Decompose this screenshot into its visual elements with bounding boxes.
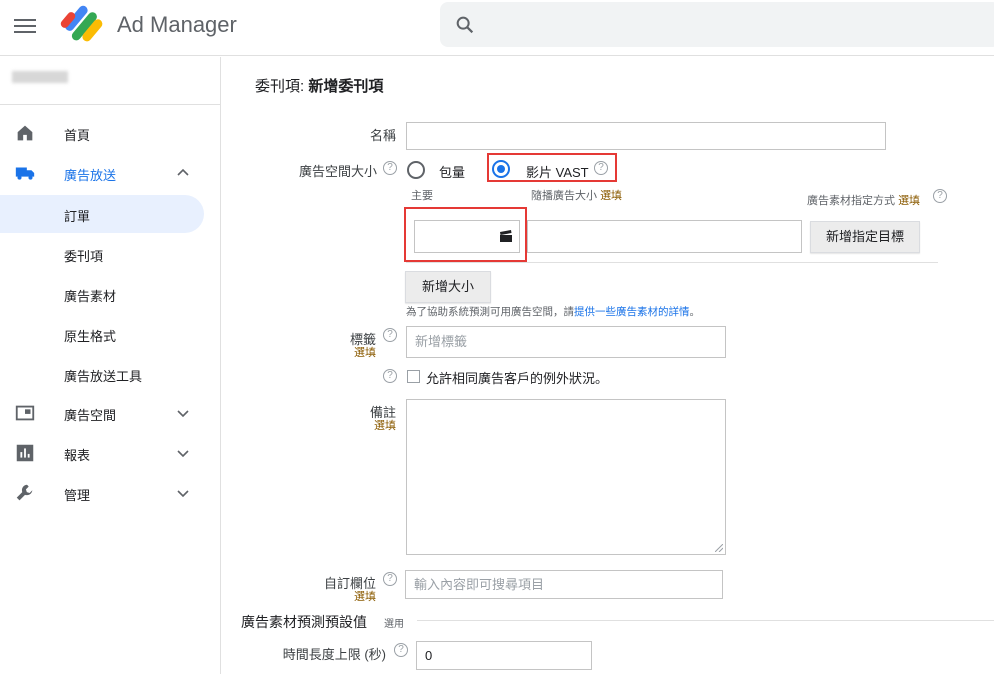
nav-label: 原生格式 xyxy=(64,329,117,344)
labels-input[interactable]: 新增標籤 xyxy=(406,326,726,358)
duration-input[interactable]: 0 xyxy=(416,641,592,670)
help-icon[interactable]: ? xyxy=(383,328,397,342)
custom-fields-placeholder: 輸入內容即可搜尋項目 xyxy=(414,577,545,592)
radio-video-vast-label: 影片 VAST xyxy=(526,165,589,180)
page-title-prefix: 委刊項: xyxy=(255,78,309,95)
comments-textarea[interactable] xyxy=(406,399,726,555)
page-title: 委刊項: 新增委刊項 xyxy=(255,75,383,96)
section-divider xyxy=(417,620,994,621)
companion-label: 隨播廣告大小 選填 xyxy=(531,187,622,203)
divider xyxy=(0,104,221,105)
resize-handle-icon[interactable] xyxy=(715,544,723,552)
nav-item-line-items[interactable]: 委刊項 xyxy=(0,235,220,273)
account-name-blurred[interactable] xyxy=(12,71,68,83)
nav-label: 廣告素材 xyxy=(64,289,117,304)
help-icon[interactable]: ? xyxy=(394,643,408,657)
nav-label: 委刊項 xyxy=(64,249,104,264)
nav-item-reports[interactable]: 報表 xyxy=(0,434,220,472)
radio-video-vast[interactable] xyxy=(492,160,510,178)
nav-label: 首頁 xyxy=(64,128,91,143)
hamburger-menu-icon[interactable] xyxy=(14,16,36,38)
video-clapper-icon xyxy=(500,230,512,242)
nav-item-admin[interactable]: 管理 xyxy=(0,474,220,512)
nav-label: 管理 xyxy=(64,488,91,503)
inventory-icon xyxy=(15,405,35,421)
nav-item-delivery-tools[interactable]: 廣告放送工具 xyxy=(0,355,220,393)
section-title: 廣告素材預測預設值 xyxy=(241,614,367,630)
creative-details-link[interactable]: 提供一些廣告素材的詳情 xyxy=(574,306,690,318)
name-label: 名稱 xyxy=(369,128,396,143)
add-size-button[interactable]: 新增大小 xyxy=(405,271,491,303)
companion-size-input[interactable] xyxy=(527,220,802,253)
name-input[interactable] xyxy=(406,122,886,150)
nav-label: 廣告放送工具 xyxy=(64,369,143,384)
custom-fields-optional: 選填 xyxy=(354,591,376,603)
nav-label: 訂單 xyxy=(64,209,91,224)
help-icon[interactable]: ? xyxy=(383,572,397,586)
inventory-size-label: 廣告空間大小 xyxy=(298,164,377,179)
nav-item-native[interactable]: 原生格式 xyxy=(0,315,220,353)
creative-targeting-optional: 選填 xyxy=(898,195,921,207)
forecast-help-text: 為了協助系統預測可用廣告空間，請提供一些廣告素材的詳情。 xyxy=(406,304,700,319)
allow-same-advertiser-label: 允許相同廣告客戶的例外狀況。 xyxy=(426,371,609,386)
chevron-down-icon[interactable] xyxy=(175,405,191,421)
creative-targeting-text: 廣告素材指定方式 xyxy=(807,195,895,207)
search-bar[interactable] xyxy=(440,2,994,47)
creative-targeting-label: 廣告素材指定方式 選填 xyxy=(807,192,920,208)
delivery-truck-icon xyxy=(15,167,35,180)
labels-optional: 選填 xyxy=(354,347,376,359)
help-suffix: 。 xyxy=(689,306,701,318)
reports-icon xyxy=(16,444,34,462)
companion-optional: 選填 xyxy=(600,190,623,202)
companion-text: 隨播廣告大小 xyxy=(531,190,597,202)
nav-item-home[interactable]: 首頁 xyxy=(0,114,220,152)
custom-fields-input[interactable]: 輸入內容即可搜尋項目 xyxy=(405,570,723,599)
chevron-down-icon[interactable] xyxy=(175,445,191,461)
nav-item-inventory[interactable]: 廣告空間 xyxy=(0,394,220,432)
add-targeting-button[interactable]: 新增指定目標 xyxy=(810,221,920,253)
help-prefix: 為了協助系統預測可用廣告空間，請 xyxy=(406,306,574,318)
help-icon[interactable]: ? xyxy=(933,189,947,203)
allow-same-advertiser-checkbox[interactable] xyxy=(407,370,420,383)
nav-item-orders[interactable]: 訂單 xyxy=(0,195,204,233)
duration-label: 時間長度上限 (秒) xyxy=(282,647,386,662)
nav-item-creatives[interactable]: 廣告素材 xyxy=(0,275,220,313)
search-icon[interactable] xyxy=(454,14,476,36)
app-title: Ad Manager xyxy=(117,12,237,37)
help-icon[interactable]: ? xyxy=(383,161,397,175)
radio-standard[interactable] xyxy=(407,161,425,179)
section-optional: 選用 xyxy=(384,619,404,630)
radio-standard-label: 包量 xyxy=(439,165,466,180)
sidebar: 首頁 廣告放送 訂單 委刊項 廣告素材 原生格式 廣告放送工具 廣告空間 報表 … xyxy=(0,57,221,674)
chevron-down-icon[interactable] xyxy=(175,485,191,501)
main-content: 委刊項: 新增委刊項 名稱 廣告空間大小 ? 包量 影片 VAST ? 主要 隨… xyxy=(221,57,994,674)
top-bar: Ad Manager xyxy=(0,0,994,56)
duration-value: 0 xyxy=(425,648,433,663)
primary-label: 主要 xyxy=(411,190,433,202)
nav-label: 廣告空間 xyxy=(64,408,117,423)
nav-label: 廣告放送 xyxy=(64,168,117,183)
help-icon[interactable]: ? xyxy=(594,161,608,175)
nav-item-delivery[interactable]: 廣告放送 xyxy=(0,154,220,192)
labels-placeholder: 新增標籤 xyxy=(415,334,468,349)
page-title-main: 新增委刊項 xyxy=(308,78,384,95)
divider xyxy=(406,262,938,263)
comments-optional: 選填 xyxy=(374,420,396,432)
chevron-up-icon[interactable] xyxy=(175,165,191,181)
home-icon xyxy=(17,125,33,141)
primary-size-input[interactable] xyxy=(414,220,520,253)
nav-label: 報表 xyxy=(64,448,91,463)
wrench-icon xyxy=(16,484,33,501)
ad-manager-logo xyxy=(60,5,103,42)
help-icon[interactable]: ? xyxy=(383,369,397,383)
